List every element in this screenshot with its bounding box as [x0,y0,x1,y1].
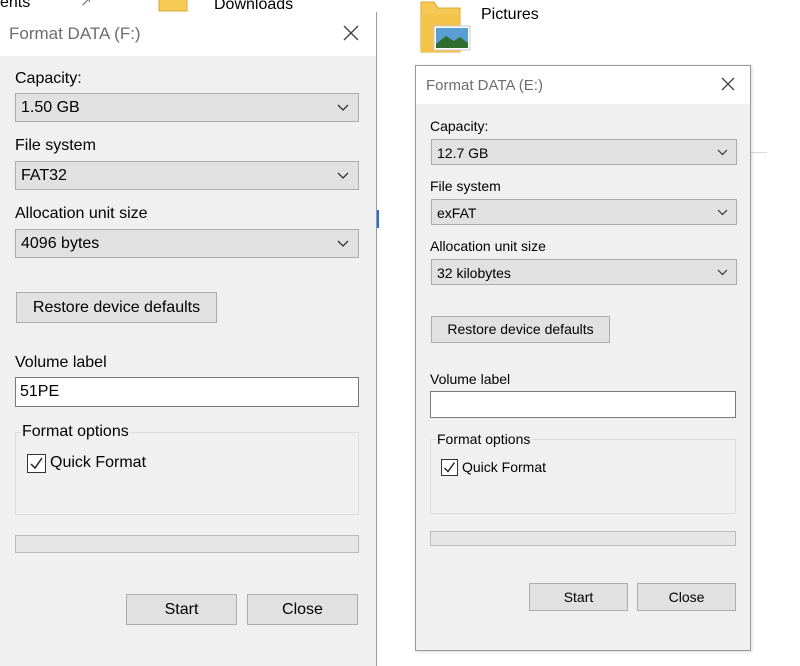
dialog-e-capacity-label: Capacity: [430,118,489,134]
dialog-f-titlebar[interactable]: Format DATA (F:) [0,12,376,56]
checkmark-icon [30,457,43,470]
dialog-f-allocation-select[interactable]: 4096 bytes [15,229,359,258]
chevron-down-icon [337,104,349,111]
dialog-f-close-button[interactable]: Close [247,594,358,625]
checkbox-box[interactable] [27,454,46,473]
format-dialog-f: Format DATA (F:) Capacity: 1.50 GB File … [0,12,377,666]
checkbox-box[interactable] [441,459,458,476]
dialog-e-format-options-label: Format options [436,431,532,447]
dialog-f-format-options-label: Format options [21,423,130,441]
dialog-e-close-icon[interactable] [721,77,735,91]
dialog-f-quick-format-checkbox[interactable]: Quick Format [27,454,167,474]
dialog-e-allocation-label: Allocation unit size [430,238,546,254]
dialog-e-file-system-value: exFAT [437,205,477,221]
dialog-e-file-system-select[interactable]: exFAT [431,199,737,225]
dialog-e-close-button[interactable]: Close [637,583,736,611]
chevron-down-icon [337,172,349,179]
dialog-f-start-button[interactable]: Start [126,594,237,625]
chevron-down-icon [717,269,728,276]
dialog-f-volume-label-label: Volume label [15,354,107,371]
dialog-f-capacity-value: 1.50 GB [21,99,80,116]
dialog-e-quick-format-label: Quick Format [462,459,547,475]
dialog-f-title: Format DATA (F:) [9,24,141,43]
dialog-e-capacity-select[interactable]: 12.7 GB [431,139,737,165]
dialog-f-restore-defaults-button[interactable]: Restore device defaults [16,292,217,323]
explorer-scroll-marker [377,210,379,228]
explorer-divider [751,152,767,153]
format-dialog-e: Format DATA (E:) Capacity: 12.7 GB File … [415,65,751,651]
dialog-f-capacity-label: Capacity: [15,70,82,87]
dialog-e-title: Format DATA (E:) [426,77,543,94]
dialog-e-allocation-value: 32 kilobytes [437,265,511,281]
dialog-f-capacity-select[interactable]: 1.50 GB [15,93,359,122]
dialog-f-format-options-group: Format options Quick Format [15,423,359,515]
pictures-folder-icon[interactable] [420,0,472,54]
dialog-f-allocation-value: 4096 bytes [21,235,100,252]
chevron-down-icon [717,149,728,156]
dialog-e-quick-format-checkbox[interactable]: Quick Format [441,459,561,477]
pictures-folder-label[interactable]: Pictures [481,6,539,24]
pin-arrow-icon: ↗ [80,0,92,9]
dialog-e-volume-label-label: Volume label [430,371,511,387]
dialog-e-format-options-group: Format options Quick Format [430,431,736,514]
dialog-f-progress-bar [15,535,359,553]
checkmark-icon [444,462,456,473]
dialog-f-file-system-select[interactable]: FAT32 [15,161,359,190]
dialog-e-file-system-label: File system [430,178,501,194]
dialog-f-close-icon[interactable] [343,25,359,41]
dialog-e-restore-defaults-button[interactable]: Restore device defaults [431,316,610,343]
dialog-f-volume-label-input[interactable]: 51PE [15,377,359,407]
dialog-e-titlebar[interactable]: Format DATA (E:) [416,66,750,104]
dialog-f-volume-label-value: 51PE [20,383,60,400]
chevron-down-icon [337,240,349,247]
dialog-f-quick-format-label: Quick Format [50,454,147,471]
dialog-e-capacity-value: 12.7 GB [437,145,489,161]
dialog-f-allocation-label: Allocation unit size [15,205,148,222]
dialog-f-file-system-value: FAT32 [21,167,67,184]
cut-off-folder-label: ents [0,0,31,11]
dialog-e-start-button[interactable]: Start [529,583,628,611]
chevron-down-icon [717,209,728,216]
dialog-f-file-system-label: File system [15,137,96,154]
dialog-e-volume-label-input[interactable] [430,391,736,418]
downloads-folder-icon[interactable] [158,0,188,12]
dialog-e-progress-bar [430,531,736,546]
dialog-e-allocation-select[interactable]: 32 kilobytes [431,259,737,285]
